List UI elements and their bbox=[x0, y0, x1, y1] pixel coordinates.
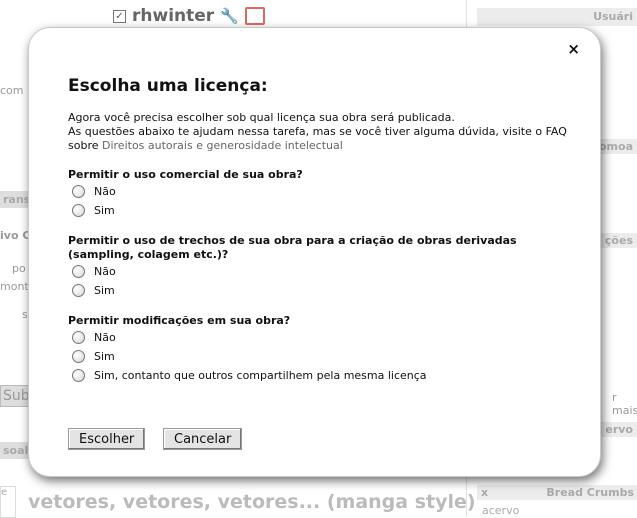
left-fragment-3: po bbox=[12, 262, 26, 275]
option-commercial-no[interactable]: Não bbox=[72, 185, 116, 198]
option-label: Não bbox=[94, 185, 116, 198]
option-derivative-yes[interactable]: Sim bbox=[72, 284, 115, 297]
question-derivative-works: Permitir o uso de trechos de sua obra pa… bbox=[68, 234, 517, 261]
option-label: Sim, contanto que outros compartilhem pe… bbox=[94, 369, 427, 382]
license-dialog: × Escolha uma licença: Agora você precis… bbox=[28, 27, 601, 477]
option-label: Não bbox=[94, 265, 116, 278]
checkbox-icon[interactable]: ✓ bbox=[113, 9, 126, 23]
option-modifications-no[interactable]: Não bbox=[72, 331, 116, 344]
close-icon[interactable]: × bbox=[567, 40, 580, 58]
intro-line-2: As questões abaixo te ajudam nessa taref… bbox=[68, 125, 567, 138]
cancel-button[interactable]: Cancelar bbox=[163, 428, 243, 450]
breadcrumbs-close-icon[interactable]: x bbox=[481, 486, 488, 499]
choose-button[interactable]: Escolher bbox=[68, 428, 146, 450]
option-commercial-yes[interactable]: Sim bbox=[72, 204, 115, 217]
thumbnail[interactable]: e bbox=[0, 486, 16, 518]
intro-line-1: Agora você precisa escolher sob qual lic… bbox=[68, 111, 455, 124]
option-label: Sim bbox=[94, 204, 115, 217]
more-link[interactable]: r mais bbox=[612, 391, 637, 417]
faq-link[interactable]: Direitos autorais e generosidade intelec… bbox=[102, 139, 343, 152]
radio-icon[interactable] bbox=[72, 284, 85, 297]
breadcrumb-item[interactable]: acervo bbox=[482, 504, 519, 517]
question-modifications: Permitir modificações em sua obra? bbox=[68, 314, 291, 327]
dialog-title: Escolha uma licença: bbox=[68, 76, 268, 96]
breadcrumbs-title: Bread Crumbs bbox=[546, 486, 634, 499]
calendar-icon[interactable] bbox=[244, 7, 265, 25]
radio-icon[interactable] bbox=[72, 185, 85, 198]
intro-line-3-prefix: sobre bbox=[68, 139, 99, 152]
radio-icon[interactable] bbox=[72, 350, 85, 363]
question-commercial-use: Permitir o uso comercial de sua obra? bbox=[68, 168, 303, 181]
radio-icon[interactable] bbox=[72, 265, 85, 278]
radio-icon[interactable] bbox=[72, 331, 85, 344]
option-label: Não bbox=[94, 331, 116, 344]
intro-line-3: sobre Direitos autorais e generosidade i… bbox=[68, 139, 578, 153]
left-fragment-2: ivo C bbox=[0, 229, 31, 242]
left-fragment-4: mont bbox=[0, 280, 29, 293]
breadcrumbs-header: x Bread Crumbs bbox=[477, 485, 637, 500]
left-fragment-com: com bbox=[0, 84, 24, 97]
option-derivative-no[interactable]: Não bbox=[72, 265, 116, 278]
radio-icon[interactable] bbox=[72, 369, 85, 382]
left-fragment-5: s bbox=[22, 308, 28, 321]
option-label: Sim bbox=[94, 350, 115, 363]
option-label: Sim bbox=[94, 284, 115, 297]
user-row: ✓ rhwinter 🔧 bbox=[113, 6, 265, 26]
option-modifications-share-alike[interactable]: Sim, contanto que outros compartilhem pe… bbox=[72, 369, 427, 382]
dialog-intro: Agora você precisa escolher sob qual lic… bbox=[68, 111, 578, 153]
option-modifications-yes[interactable]: Sim bbox=[72, 350, 115, 363]
left-tab-2[interactable]: soal bbox=[0, 442, 32, 459]
wrench-icon[interactable]: 🔧 bbox=[220, 7, 239, 25]
users-box-header: Usuári bbox=[477, 8, 637, 26]
work-title[interactable]: vetores, vetores, vetores... (manga styl… bbox=[28, 491, 476, 513]
username[interactable]: rhwinter bbox=[132, 6, 214, 26]
radio-icon[interactable] bbox=[72, 204, 85, 217]
